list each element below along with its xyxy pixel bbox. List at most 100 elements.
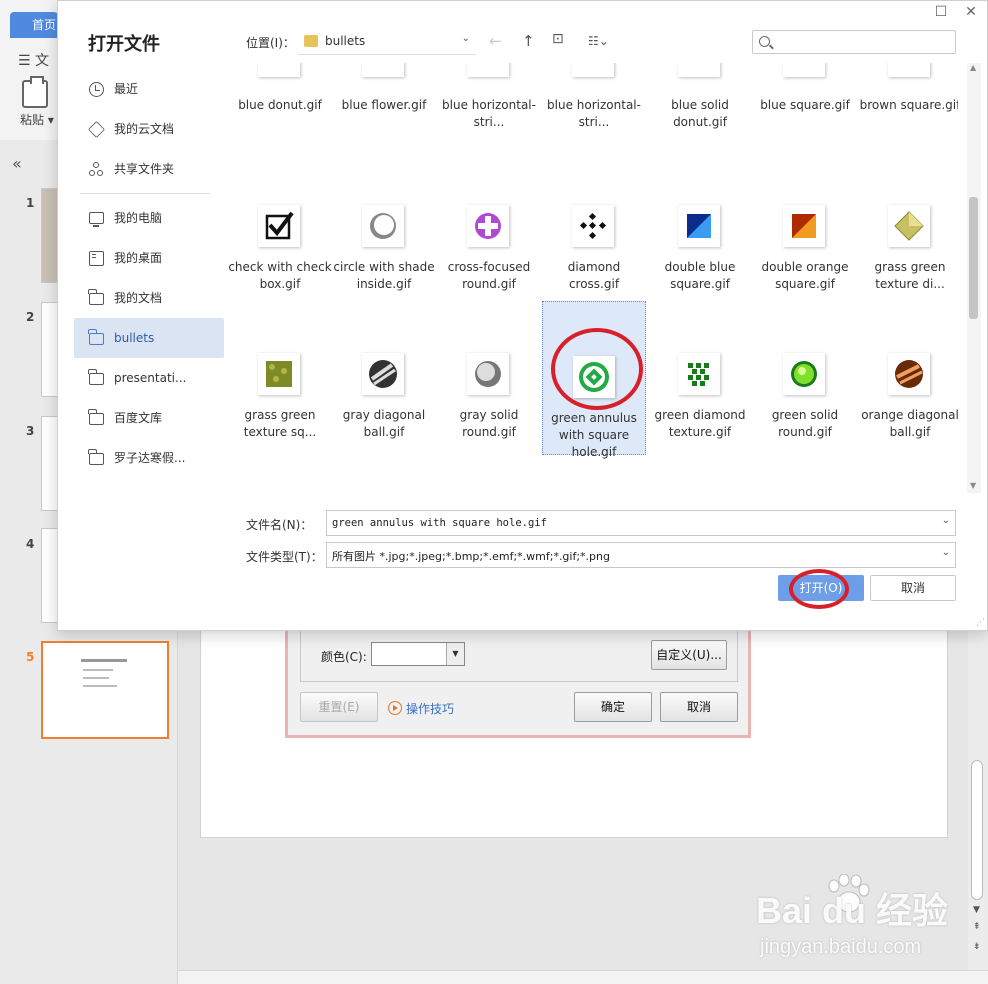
chevron-down-icon[interactable]: ⌄ xyxy=(942,547,950,558)
nav-item-bullets[interactable]: bullets xyxy=(74,318,224,358)
file-item[interactable]: blue horizontal-stri... xyxy=(542,63,646,197)
scrollbar-thumb[interactable] xyxy=(971,760,983,900)
nav-label: 最近 xyxy=(114,82,139,96)
scrollbar-thumb[interactable] xyxy=(969,197,978,319)
file-item[interactable]: brown square.gif xyxy=(858,63,958,197)
nav-item-presentations[interactable]: presentati... xyxy=(74,358,224,398)
file-item[interactable]: grass green texture sq... xyxy=(228,351,332,491)
file-item[interactable]: cross-focused round.gif xyxy=(437,203,541,343)
menu-row[interactable]: ☰ 文 xyxy=(18,50,49,70)
chevron-down-icon[interactable]: ▼ xyxy=(446,643,464,665)
file-grid: blue donut.gif blue flower.gif blue horizo… xyxy=(228,63,958,493)
scroll-up-icon[interactable]: ▲ xyxy=(970,63,976,72)
chevron-down-icon: ⌄ xyxy=(461,33,470,44)
document-scrollbar[interactable]: ▼ ⇞ ⇟ xyxy=(968,630,988,984)
nav-item-recent[interactable]: 最近 xyxy=(74,69,224,109)
file-name: double orange square.gif xyxy=(761,260,849,291)
scroll-down-icon[interactable]: ▼ xyxy=(970,481,976,490)
file-name: gray solid round.gif xyxy=(459,408,519,439)
ok-button[interactable]: 确定 xyxy=(574,692,652,722)
bullet-cancel-button[interactable]: 取消 xyxy=(660,692,738,722)
file-name: green solid round.gif xyxy=(771,408,839,439)
green-round-thumbnail-icon xyxy=(783,353,825,395)
file-item[interactable]: grass green texture di... xyxy=(858,203,958,343)
nav-label: 共享文件夹 xyxy=(114,162,175,176)
file-item[interactable]: green solid round.gif xyxy=(753,351,857,491)
new-folder-icon[interactable]: ⊡ xyxy=(552,31,564,47)
close-icon[interactable]: ✕ xyxy=(960,3,982,21)
page-up-icon[interactable]: ⇞ xyxy=(973,922,981,932)
play-icon xyxy=(388,701,402,715)
paste-icon[interactable] xyxy=(22,76,48,108)
menu-label: 文 xyxy=(35,53,50,69)
back-arrow-icon[interactable]: ← xyxy=(489,32,502,50)
search-input[interactable] xyxy=(752,30,956,54)
annotation-circle-selected-file xyxy=(551,328,643,410)
brown-square-thumbnail-icon xyxy=(888,63,930,77)
file-item[interactable]: blue flower.gif xyxy=(332,63,436,197)
nav-item-baidu-wenku[interactable]: 百度文库 xyxy=(74,398,224,438)
gray-diag-ball-thumbnail-icon xyxy=(362,353,404,395)
location-label: 位置(I)： xyxy=(246,36,295,50)
file-item[interactable]: blue donut.gif xyxy=(228,63,332,197)
file-item[interactable]: orange diagonal ball.gif xyxy=(858,351,958,491)
nav-item-winter-break[interactable]: 罗子达寒假... xyxy=(74,438,224,478)
check-box-thumbnail-icon xyxy=(258,205,300,247)
file-name: blue solid donut.gif xyxy=(671,98,729,129)
view-mode-icon[interactable]: ☷⌄ xyxy=(588,34,609,48)
paste-label[interactable]: 粘贴 ▾ xyxy=(20,111,54,128)
up-arrow-icon[interactable]: ↑ xyxy=(522,32,535,50)
filetype-value: 所有图片 *.jpg;*.jpeg;*.bmp;*.emf;*.wmf;*.gi… xyxy=(332,550,610,563)
nav-item-shared-folder[interactable]: 共享文件夹 xyxy=(74,149,224,189)
gray-round-thumbnail-icon xyxy=(467,353,509,395)
file-name: grass green texture di... xyxy=(874,260,946,291)
file-item[interactable]: blue solid donut.gif xyxy=(648,63,752,197)
maximize-icon[interactable]: ☐ xyxy=(930,3,952,21)
reset-button[interactable]: 重置(E) xyxy=(300,692,378,722)
file-item[interactable]: double orange square.gif xyxy=(753,203,857,343)
nav-label: 罗子达寒假... xyxy=(114,451,186,465)
file-item[interactable]: gray solid round.gif xyxy=(437,351,541,491)
nav-label: 我的桌面 xyxy=(114,251,163,265)
filetype-select[interactable]: 所有图片 *.jpg;*.jpeg;*.bmp;*.emf;*.wmf;*.gi… xyxy=(326,542,956,568)
watermark-url: jingyan.baidu.com xyxy=(760,936,922,958)
resize-grip-icon[interactable]: ⋰ xyxy=(976,618,985,628)
slide-thumbnail-5[interactable] xyxy=(41,641,169,739)
file-name: brown square.gif xyxy=(859,98,958,112)
tips-link[interactable]: 操作技巧 xyxy=(406,700,454,717)
page-down-icon[interactable]: ⇟ xyxy=(973,942,981,952)
nav-item-my-desktop[interactable]: 我的桌面 xyxy=(74,238,224,278)
file-item[interactable]: blue square.gif xyxy=(753,63,857,197)
cancel-button[interactable]: 取消 xyxy=(870,575,956,601)
file-grid-scrollbar[interactable]: ▲ ▼ xyxy=(967,63,981,493)
nav-item-my-documents[interactable]: 我的文档 xyxy=(74,278,224,318)
file-item[interactable]: circle with shade inside.gif xyxy=(332,203,436,343)
location-select[interactable]: bullets ⌄ xyxy=(298,29,476,55)
collapse-panel-icon[interactable]: « xyxy=(12,154,22,173)
nav-item-cloud-docs[interactable]: 我的云文档 xyxy=(74,109,224,149)
file-item[interactable]: gray diagonal ball.gif xyxy=(332,351,436,491)
menu-icon: ☰ xyxy=(18,53,36,69)
folder-icon xyxy=(88,449,104,465)
file-item[interactable]: check with check box.gif xyxy=(228,203,332,343)
color-select[interactable]: ▼ xyxy=(371,642,465,666)
slide-number: 1 xyxy=(26,196,35,210)
tab-home[interactable]: 首页 xyxy=(10,12,58,38)
file-item[interactable]: green diamond texture.gif xyxy=(648,351,752,491)
blue-donut-thumbnail-icon xyxy=(678,63,720,77)
file-name: blue flower.gif xyxy=(341,98,427,112)
file-item[interactable]: double blue square.gif xyxy=(648,203,752,343)
custom-button[interactable]: 自定义(U)... xyxy=(651,640,727,670)
cross-round-thumbnail-icon xyxy=(467,205,509,247)
file-item[interactable]: blue horizontal-stri... xyxy=(437,63,541,197)
file-name: blue donut.gif xyxy=(238,98,322,112)
file-name: cross-focused round.gif xyxy=(447,260,531,291)
file-name: double blue square.gif xyxy=(664,260,736,291)
scroll-down-icon[interactable]: ▼ xyxy=(973,905,980,915)
filename-input[interactable]: green annulus with square hole.gif ⌄ xyxy=(326,510,956,536)
folder-icon xyxy=(304,35,318,47)
nav-item-my-computer[interactable]: 我的电脑 xyxy=(74,198,224,238)
chevron-down-icon[interactable]: ⌄ xyxy=(942,515,950,526)
file-name: green diamond texture.gif xyxy=(654,408,746,439)
annotation-circle-open-button xyxy=(789,569,849,609)
